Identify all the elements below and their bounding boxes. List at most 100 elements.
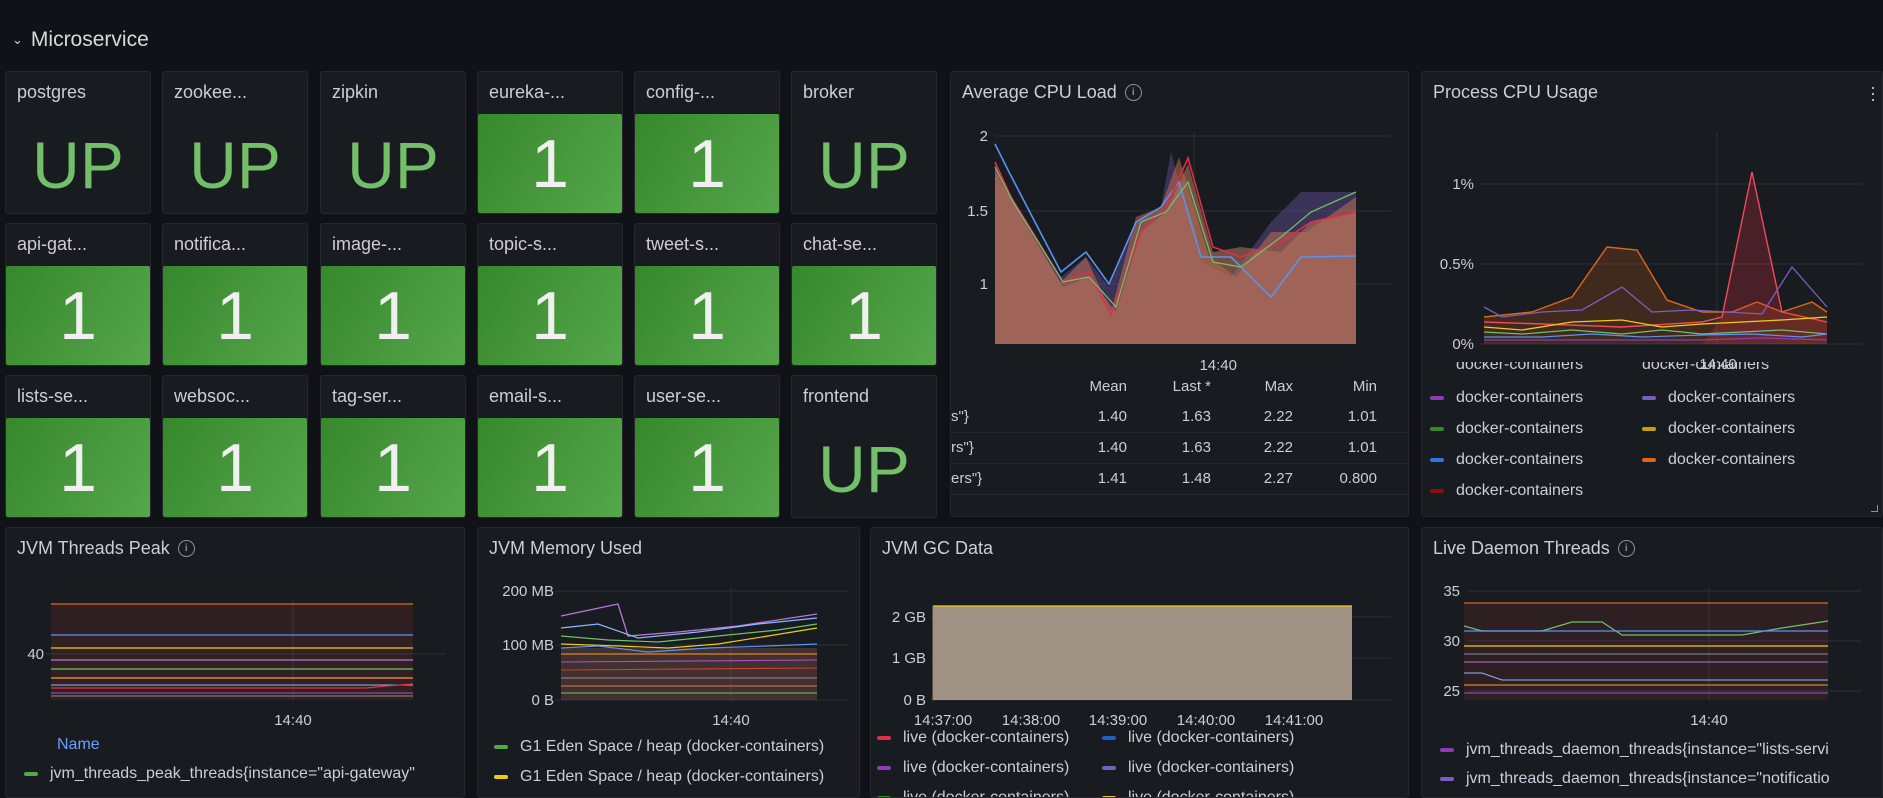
panel-jvm-gc-data[interactable]: JVM GC Data 2 GB 1 GB 0 B 14:37:00 14:38…: [870, 527, 1409, 798]
stat-title: topic-s...: [489, 234, 558, 254]
stat-panel[interactable]: image-... 1: [320, 223, 466, 366]
legend-label: G1 Eden Space / heap (docker-containers): [520, 738, 825, 755]
legend-cell-name: rs"}: [951, 439, 974, 456]
legend-item[interactable]: docker-containers: [1430, 482, 1583, 500]
jvm-gc-graph[interactable]: 2 GB 1 GB 0 B 14:37:00 14:38:00 14:39:00…: [871, 528, 1409, 728]
stat-panel[interactable]: frontend UP: [791, 375, 937, 518]
legend-item[interactable]: docker-containers: [1642, 420, 1795, 438]
legend-item[interactable]: docker-containers: [1642, 451, 1795, 469]
stat-panel[interactable]: tag-ser... 1: [320, 375, 466, 518]
y-tick: 30: [1443, 633, 1460, 650]
x-tick: 14:38:00: [1002, 712, 1060, 728]
jvm-threads-graph[interactable]: 40 14:40: [6, 528, 465, 728]
col-mean[interactable]: Mean: [1067, 378, 1127, 395]
legend-item-cut[interactable]: docker-containers: [1456, 362, 1583, 374]
legend-cell-mean: 1.41: [1097, 470, 1127, 487]
stat-value: 1: [321, 418, 465, 517]
legend-swatch: [1430, 488, 1444, 493]
legend-label: jvm_threads_daemon_threads{instance="not…: [1466, 770, 1830, 787]
stat-panel[interactable]: zookee... UP: [162, 71, 308, 214]
legend-header-name[interactable]: Name: [57, 736, 100, 754]
stat-panel[interactable]: api-gat... 1: [5, 223, 151, 366]
stat-panel[interactable]: email-s... 1: [477, 375, 623, 518]
col-min[interactable]: Min: [1317, 378, 1377, 395]
legend-item[interactable]: docker-containers: [1430, 420, 1583, 438]
stat-panel[interactable]: chat-se... 1: [791, 223, 937, 366]
legend-label: live (docker-containers): [1128, 759, 1295, 776]
stat-value: 1: [478, 418, 622, 517]
daemon-threads-graph[interactable]: 35 30 25 14:40: [1422, 528, 1883, 728]
legend-row[interactable]: ers"} 1.41 1.48 2.27 0.800: [951, 464, 1408, 495]
stat-panel[interactable]: user-se... 1: [634, 375, 780, 518]
legend-swatch: [1430, 457, 1444, 462]
legend-item[interactable]: docker-containers: [1430, 389, 1583, 407]
col-last[interactable]: Last *: [1151, 378, 1211, 395]
stat-value: 1: [635, 266, 779, 365]
legend-item-cut[interactable]: live (docker-containers): [877, 789, 1069, 797]
legend-row[interactable]: rs"} 1.40 1.63 2.22 1.01: [951, 433, 1408, 464]
stat-value: 1: [478, 266, 622, 365]
stat-panel[interactable]: postgres UP: [5, 71, 151, 214]
legend-cell-name: s"}: [951, 408, 969, 425]
legend-item[interactable]: live (docker-containers): [877, 759, 1069, 777]
legend-item[interactable]: docker-containers: [1642, 389, 1795, 407]
stat-panel[interactable]: notifica... 1: [162, 223, 308, 366]
legend-item[interactable]: docker-containers: [1430, 451, 1583, 469]
legend-swatch: [1440, 747, 1454, 752]
panel-jvm-memory-used[interactable]: JVM Memory Used 200 MB 100 MB 0 B 14:40 …: [477, 527, 860, 798]
legend-item[interactable]: jvm_threads_peak_threads{instance="api-g…: [24, 765, 415, 783]
legend-item-cut[interactable]: live (docker-containers): [1102, 789, 1294, 797]
legend-item[interactable]: live (docker-containers): [1102, 759, 1294, 777]
stat-value: 1: [792, 266, 936, 365]
process-cpu-graph[interactable]: 1% 0.5% 0% 14:40: [1422, 72, 1883, 372]
legend-item[interactable]: live (docker-containers): [1102, 729, 1294, 747]
stat-panel[interactable]: zipkin UP: [320, 71, 466, 214]
legend-cell-mean: 1.40: [1097, 439, 1127, 456]
legend-item[interactable]: G1 Eden Space / heap (docker-containers): [494, 768, 824, 786]
x-tick: 14:40: [712, 712, 750, 728]
stat-value: 1: [321, 266, 465, 365]
stat-panel[interactable]: websoc... 1: [162, 375, 308, 518]
stat-title: zookee...: [174, 82, 248, 102]
legend-item-cut[interactable]: docker-containers: [1642, 362, 1769, 374]
legend-item[interactable]: G1 Eden Space / heap (docker-containers): [494, 738, 824, 756]
legend-row[interactable]: s"} 1.40 1.63 2.22 1.01: [951, 402, 1408, 433]
legend-cell-last: 1.63: [1181, 439, 1211, 456]
y-tick: 2: [980, 128, 988, 145]
row-header-microservice[interactable]: ⌄ Microservice: [12, 24, 149, 56]
stat-panel[interactable]: tweet-s... 1: [634, 223, 780, 366]
stat-value: 1: [163, 266, 307, 365]
panel-average-cpu-load[interactable]: Average CPU Load i 2 1.5 1 14:40 Mean Las…: [950, 71, 1409, 517]
stat-title: tweet-s...: [646, 234, 720, 254]
jvm-memory-graph[interactable]: 200 MB 100 MB 0 B 14:40: [478, 528, 860, 728]
legend-label: docker-containers: [1456, 420, 1584, 437]
legend-swatch: [1102, 735, 1116, 740]
legend-label: docker-containers: [1668, 389, 1796, 406]
y-tick: 0 B: [903, 692, 926, 709]
legend-label: docker-containers: [1456, 451, 1584, 468]
resize-handle[interactable]: [1871, 505, 1878, 512]
stat-panel[interactable]: config-... 1: [634, 71, 780, 214]
x-tick: 14:39:00: [1089, 712, 1147, 728]
stat-title: eureka-...: [489, 82, 566, 102]
legend-label: live (docker-containers): [1128, 729, 1295, 746]
legend-item[interactable]: live (docker-containers): [877, 729, 1069, 747]
stat-value: 1: [6, 266, 150, 365]
panel-process-cpu-usage[interactable]: Process CPU Usage · · · 1% 0.5% 0% 14:40 d…: [1421, 71, 1883, 517]
stat-value: 1: [635, 418, 779, 517]
col-max[interactable]: Max: [1233, 378, 1293, 395]
legend-item[interactable]: jvm_threads_daemon_threads{instance="not…: [1440, 770, 1830, 788]
stat-panel[interactable]: broker UP: [791, 71, 937, 214]
stat-panel[interactable]: topic-s... 1: [477, 223, 623, 366]
y-tick: 25: [1443, 683, 1460, 700]
legend-cell-name: ers"}: [951, 470, 983, 487]
stat-panel[interactable]: eureka-... 1: [477, 71, 623, 214]
stat-panel[interactable]: lists-se... 1: [5, 375, 151, 518]
stat-value: 1: [163, 418, 307, 517]
panel-live-daemon-threads[interactable]: Live Daemon Threads i 35 30 25 14:40 jvm_…: [1421, 527, 1883, 798]
legend-cell-min: 0.800: [1339, 470, 1377, 487]
legend-item[interactable]: jvm_threads_daemon_threads{instance="lis…: [1440, 741, 1829, 759]
panel-jvm-threads-peak[interactable]: JVM Threads Peak i 40 14:40 Name jvm_thre…: [5, 527, 465, 798]
cpu-load-graph[interactable]: 2 1.5 1 14:40: [951, 72, 1409, 372]
x-tick: 14:37:00: [914, 712, 972, 728]
